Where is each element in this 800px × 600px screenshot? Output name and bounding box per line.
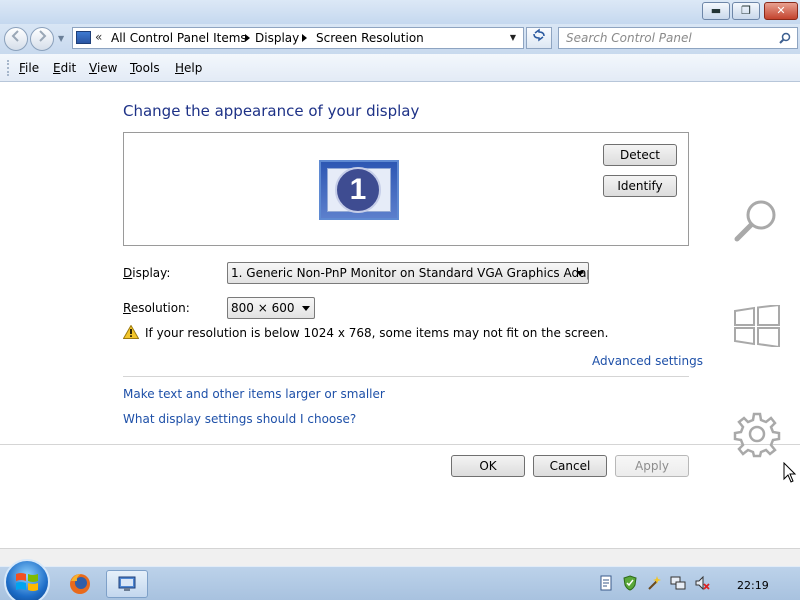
display-select-value: 1. Generic Non-PnP Monitor on Standard V… — [231, 266, 589, 280]
menu-grip — [7, 60, 9, 76]
wand-tray-icon[interactable] — [646, 575, 662, 591]
charm-settings-gear-icon[interactable] — [733, 410, 781, 458]
menu-tools[interactable]: Tools — [130, 61, 160, 75]
monitor-1-thumbnail[interactable]: 1 — [319, 160, 399, 220]
arrow-right-icon — [39, 30, 47, 42]
apply-button[interactable]: Apply — [615, 455, 689, 477]
menu-bar: File Edit View Tools Help — [0, 54, 800, 82]
breadcrumb-screen-resolution[interactable]: Screen Resolution — [316, 31, 424, 45]
control-panel-icon — [118, 576, 136, 591]
cancel-button[interactable]: Cancel — [533, 455, 607, 477]
forward-button[interactable] — [30, 27, 54, 51]
volume-muted-icon[interactable] — [694, 575, 710, 591]
breadcrumb-all-control-panel-items[interactable]: All Control Panel Items — [111, 31, 247, 45]
address-bar[interactable]: « All Control Panel Items Display Screen… — [72, 27, 524, 49]
detect-button[interactable]: Detect — [603, 144, 677, 166]
control-panel-icon — [76, 31, 91, 44]
refresh-icon — [533, 28, 545, 42]
window-titlebar: ▬ ❐ ✕ — [0, 0, 800, 24]
identify-button[interactable]: Identify — [603, 175, 677, 197]
network-icon[interactable] — [670, 575, 686, 591]
resolution-select-value: 800 × 600 — [231, 301, 295, 315]
taskbar-control-panel-button[interactable] — [106, 570, 148, 598]
navigation-bar: ▼ « All Control Panel Items Display Scre… — [0, 24, 800, 54]
text-size-link[interactable]: Make text and other items larger or smal… — [123, 387, 385, 401]
divider — [0, 444, 800, 445]
menu-help[interactable]: Help — [175, 61, 202, 75]
recent-pages-dropdown[interactable]: ▼ — [58, 34, 64, 43]
monitor-number-badge: 1 — [335, 167, 381, 213]
resolution-label: Resolution: — [123, 301, 190, 315]
search-icon[interactable] — [779, 32, 791, 44]
breadcrumb-display[interactable]: Display — [255, 31, 299, 45]
divider — [123, 376, 689, 377]
warning-icon — [123, 325, 139, 339]
arrow-left-icon — [11, 30, 19, 42]
ok-button[interactable]: OK — [451, 455, 525, 477]
mouse-cursor-icon — [783, 462, 797, 483]
close-button[interactable]: ✕ — [764, 2, 798, 20]
resolution-warning-text: If your resolution is below 1024 x 768, … — [145, 326, 609, 340]
breadcrumb-overflow-chevron[interactable]: « — [95, 30, 102, 44]
chevron-down-icon — [302, 306, 310, 311]
maximize-button[interactable]: ❐ — [732, 2, 760, 20]
breadcrumb-separator-icon[interactable] — [245, 34, 250, 42]
breadcrumb-separator-icon[interactable] — [302, 34, 307, 42]
windows-logo-icon — [16, 573, 38, 591]
refresh-button[interactable] — [526, 27, 552, 49]
security-shield-icon[interactable] — [622, 575, 638, 591]
start-button[interactable] — [4, 559, 50, 600]
menu-file[interactable]: File — [19, 61, 39, 75]
firefox-icon[interactable] — [66, 571, 94, 597]
address-history-dropdown[interactable]: ▼ — [505, 29, 521, 47]
status-strip — [0, 548, 800, 566]
menu-edit[interactable]: Edit — [53, 61, 76, 75]
advanced-settings-link[interactable]: Advanced settings — [592, 354, 703, 368]
taskbar: 22:19 — [0, 559, 800, 600]
main-content: Change the appearance of your display 1 … — [0, 82, 800, 548]
search-input[interactable]: Search Control Panel — [558, 27, 798, 49]
display-settings-help-link[interactable]: What display settings should I choose? — [123, 412, 356, 426]
monitor-arrangement-panel: 1 Detect Identify — [123, 132, 689, 246]
back-button[interactable] — [4, 27, 28, 51]
minimize-button[interactable]: ▬ — [702, 2, 730, 20]
charm-search-icon[interactable] — [732, 196, 782, 246]
taskbar-clock[interactable]: 22:19 — [737, 579, 769, 592]
display-label: Display: — [123, 266, 171, 280]
search-placeholder: Search Control Panel — [566, 31, 692, 45]
menu-view[interactable]: View — [89, 61, 117, 75]
chevron-down-icon — [576, 271, 584, 276]
resolution-select[interactable]: 800 × 600 — [227, 297, 315, 319]
charm-start-icon[interactable] — [733, 305, 781, 347]
display-select[interactable]: 1. Generic Non-PnP Monitor on Standard V… — [227, 262, 589, 284]
page-title: Change the appearance of your display — [123, 102, 420, 120]
document-tray-icon[interactable] — [598, 575, 614, 591]
